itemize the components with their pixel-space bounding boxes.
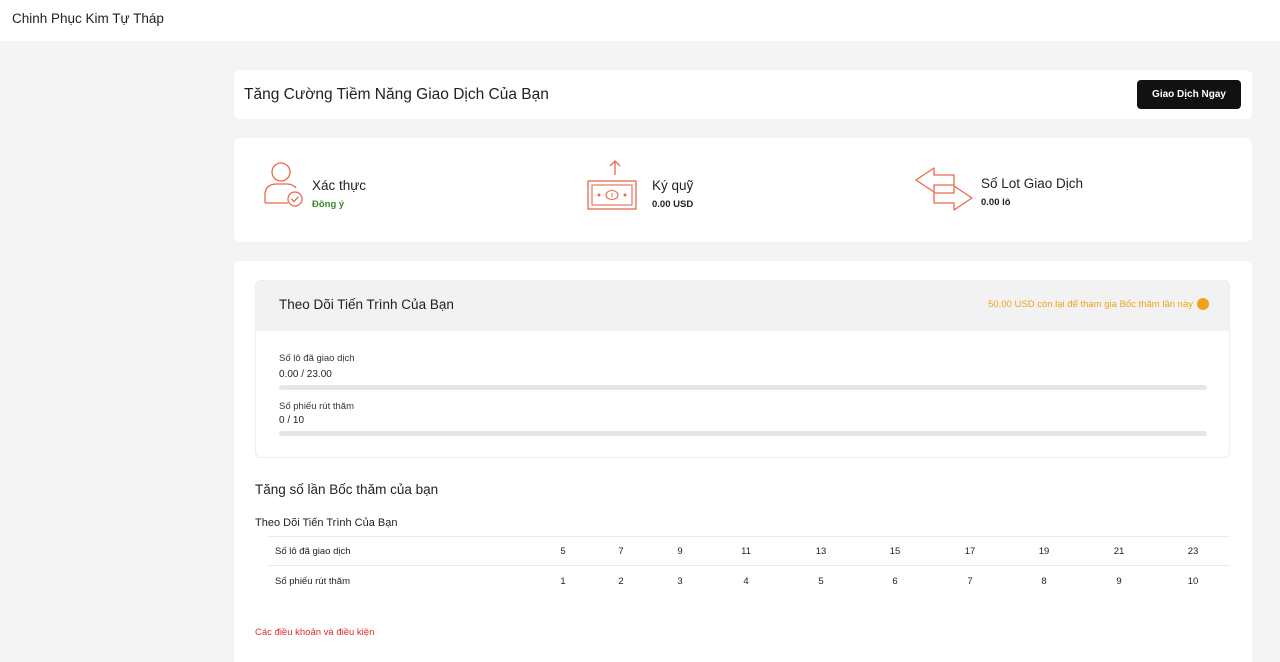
- progress-panel: Theo Dõi Tiến Trình Của Bạn 50.00 USD cò…: [255, 280, 1230, 458]
- stat-value: 0.00 lô: [981, 197, 1011, 208]
- progress-label: Số lô đã giao dịch: [279, 353, 355, 364]
- progress-bar: [279, 385, 1207, 390]
- tier-cell: 5: [560, 546, 566, 557]
- tier-cell: 11: [741, 546, 751, 557]
- trade-now-button[interactable]: Giao Dịch Ngay: [1137, 80, 1241, 109]
- stat-value: Đồng ý: [312, 199, 345, 210]
- progress-value: 0 / 10: [279, 415, 305, 426]
- tier-cell: 7: [967, 576, 973, 587]
- tier-row-label: Số phiếu rút thăm: [275, 576, 350, 587]
- tier-cell: 8: [1041, 576, 1047, 587]
- boost-subtitle: Theo Dõi Tiến Trình Của Bạn: [255, 517, 398, 529]
- tier-cell: 15: [889, 546, 901, 557]
- app-title: Chinh Phục Kim Tự Tháp: [12, 11, 164, 26]
- progress-value: 0.00 / 23.00: [279, 369, 332, 380]
- user-check-icon: [264, 162, 303, 207]
- tier-row-lots: Số lô đã giao dịch 5 7 9 11 13 15 17 19 21 23: [267, 536, 1230, 566]
- tier-cell: 4: [743, 576, 749, 587]
- exchange-arrows-icon: [915, 167, 973, 211]
- tier-cell: 19: [1038, 546, 1050, 557]
- stat-label: Ký quỹ: [652, 178, 694, 193]
- progress-header: Theo Dõi Tiến Trình Của Bạn 50.00 USD cò…: [256, 281, 1229, 331]
- hero-title: Tăng Cường Tiềm Năng Giao Dịch Của Bạn: [244, 86, 549, 103]
- tier-cell: 3: [677, 576, 683, 587]
- tier-cell: 6: [892, 576, 898, 587]
- tier-row-label: Số lô đã giao dịch: [275, 546, 351, 557]
- boost-title: Tăng số lần Bốc thăm của bạn: [255, 482, 439, 497]
- tier-row-tickets: Số phiếu rút thăm 1 2 3 4 5 6 7 8 9 10: [267, 567, 1230, 597]
- tier-cell: 9: [677, 546, 683, 557]
- main-card: Theo Dõi Tiến Trình Của Bạn 50.00 USD cò…: [234, 261, 1252, 662]
- tier-cell: 2: [618, 576, 624, 587]
- tier-cell: 17: [964, 546, 976, 557]
- stat-label: Xác thực: [312, 178, 367, 193]
- stat-lots: Số Lot Giao Dịch 0.00 lô: [914, 138, 1214, 242]
- progress-label: Số phiếu rút thăm: [279, 401, 354, 412]
- stat-label: Số Lot Giao Dịch: [981, 176, 1084, 191]
- progress-bar: [279, 431, 1207, 436]
- tier-cell: 10: [1187, 576, 1199, 587]
- tier-cell: 5: [818, 576, 824, 587]
- stats-card: Xác thực Đồng ý Ký quỹ 0.00 USD Số Lot G…: [234, 138, 1252, 242]
- stat-verification: Xác thực Đồng ý: [262, 138, 522, 242]
- notice-dot-icon: [1197, 298, 1209, 310]
- hero-card: Tăng Cường Tiềm Năng Giao Dịch Của Bạn G…: [234, 70, 1252, 119]
- progress-title: Theo Dõi Tiến Trình Của Bạn: [279, 297, 454, 312]
- stat-deposit: Ký quỹ 0.00 USD: [586, 138, 846, 242]
- terms-link[interactable]: Các điều khoản và điều kiện: [255, 627, 374, 638]
- tier-cell: 13: [815, 546, 827, 557]
- top-bar: Chinh Phục Kim Tự Tháp: [0, 0, 1280, 41]
- money-deposit-icon: [587, 160, 637, 210]
- tier-cell: 23: [1187, 546, 1199, 557]
- stat-value: 0.00 USD: [652, 199, 694, 210]
- remaining-notice: 50.00 USD còn lại để tham gia Bốc thăm l…: [988, 299, 1193, 310]
- tier-cell: 1: [560, 576, 566, 587]
- tier-cell: 21: [1113, 546, 1125, 557]
- tier-cell: 7: [618, 546, 624, 557]
- tier-cell: 9: [1116, 576, 1122, 587]
